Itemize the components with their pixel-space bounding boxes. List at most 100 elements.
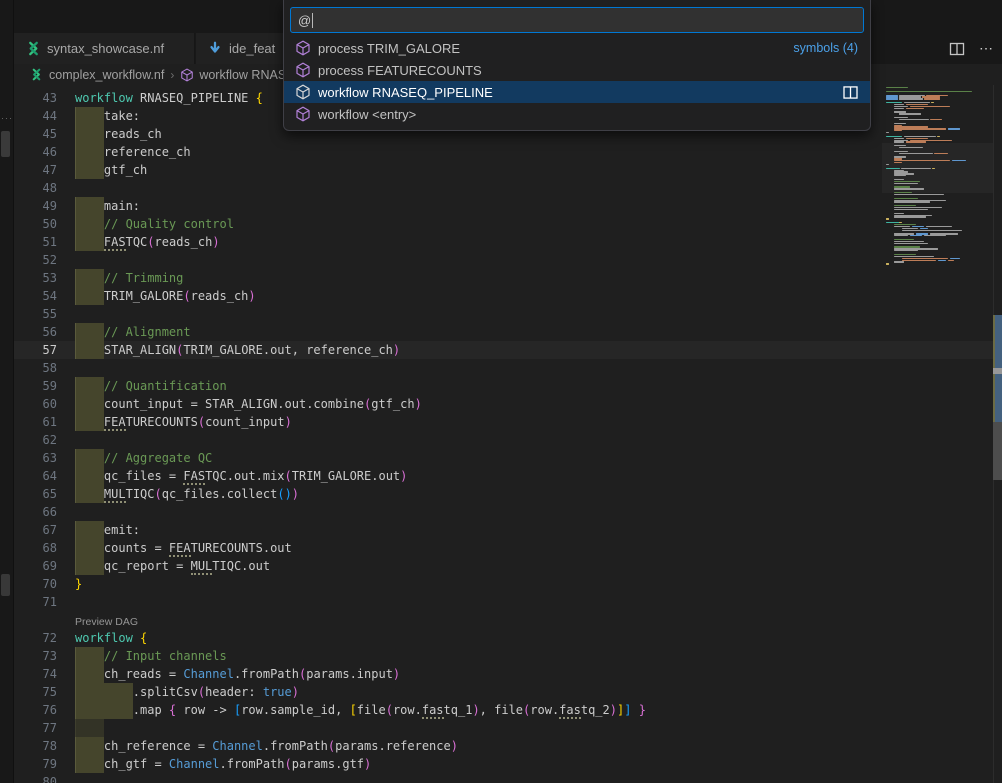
- line-number: 73: [14, 647, 57, 665]
- quick-open-item-label: workflow RNASEQ_PIPELINE: [318, 85, 493, 100]
- minimap[interactable]: [882, 87, 993, 777]
- left-scrollbar-thumb[interactable]: [1, 131, 10, 157]
- quick-open-popup: @ process TRIM_GALOREsymbols (4)process …: [283, 0, 871, 131]
- line-number: 57: [14, 341, 57, 359]
- quick-open-item[interactable]: process FEATURECOUNTS: [284, 59, 870, 81]
- chevron-right-icon: ›: [169, 68, 175, 82]
- line-number: 65: [14, 485, 57, 503]
- quick-open-item[interactable]: workflow <entry>: [284, 103, 870, 125]
- code-line[interactable]: 72workflow {: [14, 629, 993, 647]
- line-number: 49: [14, 197, 57, 215]
- quick-open-item-label: process TRIM_GALORE: [318, 41, 460, 56]
- left-scrollbar-mark: [1, 574, 10, 596]
- code-line[interactable]: 54 TRIM_GALORE(reads_ch): [14, 287, 993, 305]
- line-number: 47: [14, 161, 57, 179]
- breadcrumb-file[interactable]: complex_workflow.nf: [49, 68, 164, 82]
- code-line[interactable]: 48: [14, 179, 993, 197]
- code-line[interactable]: 80: [14, 773, 993, 783]
- code-line[interactable]: 71: [14, 593, 993, 611]
- quick-open-input[interactable]: @: [290, 7, 864, 33]
- code-line[interactable]: 51 FASTQC(reads_ch): [14, 233, 993, 251]
- quick-open-item[interactable]: process TRIM_GALORE symbols (4): [284, 37, 870, 59]
- tab-label: ide_feat: [229, 41, 275, 56]
- line-number: 46: [14, 143, 57, 161]
- line-number: 63: [14, 449, 57, 467]
- code-line[interactable]: 53 // Trimming: [14, 269, 993, 287]
- code-line[interactable]: 63 // Aggregate QC: [14, 449, 993, 467]
- line-number: 51: [14, 233, 57, 251]
- code-line[interactable]: 59 // Quantification: [14, 377, 993, 395]
- code-line[interactable]: 58: [14, 359, 993, 377]
- arrow-down-icon: [208, 41, 223, 56]
- line-number: 79: [14, 755, 57, 773]
- code-line[interactable]: 76 .map { row -> [row.sample_id, [file(r…: [14, 701, 993, 719]
- symbols-count-badge: symbols (4): [793, 41, 858, 55]
- line-number: 72: [14, 629, 57, 647]
- code-line[interactable]: 69 qc_report = MULTIQC.out: [14, 557, 993, 575]
- code-line[interactable]: 65 MULTIQC(qc_files.collect()): [14, 485, 993, 503]
- code-line[interactable]: 47 gtf_ch: [14, 161, 993, 179]
- code-line[interactable]: 50 // Quality control: [14, 215, 993, 233]
- line-number: 61: [14, 413, 57, 431]
- quick-open-item-label: workflow <entry>: [318, 107, 416, 122]
- editor-actions: ⋯: [949, 33, 994, 64]
- symbol-cube-icon: [295, 106, 311, 122]
- quick-open-item[interactable]: workflow RNASEQ_PIPELINE: [284, 81, 870, 103]
- quick-open-item-label: process FEATURECOUNTS: [318, 63, 482, 78]
- line-number: 60: [14, 395, 57, 413]
- tab-label: syntax_showcase.nf: [47, 41, 164, 56]
- code-line[interactable]: 68 counts = FEATURECOUNTS.out: [14, 539, 993, 557]
- line-number: 69: [14, 557, 57, 575]
- line-number: 76: [14, 701, 57, 719]
- editor-scrollbar[interactable]: [993, 85, 1002, 783]
- code-line[interactable]: 55: [14, 305, 993, 323]
- code-line[interactable]: 57 STAR_ALIGN(TRIM_GALORE.out, reference…: [14, 341, 993, 359]
- line-number: 74: [14, 665, 57, 683]
- code-line[interactable]: 77: [14, 719, 993, 737]
- symbol-cube-icon: [295, 62, 311, 78]
- nextflow-icon: [30, 68, 44, 82]
- code-line[interactable]: 66: [14, 503, 993, 521]
- code-line[interactable]: 64 qc_files = FASTQC.out.mix(TRIM_GALORE…: [14, 467, 993, 485]
- line-number: 67: [14, 521, 57, 539]
- open-to-side-icon[interactable]: [843, 86, 858, 99]
- code-line[interactable]: 70}: [14, 575, 993, 593]
- overview-cursor-marker: [993, 368, 1002, 374]
- line-number: 43: [14, 89, 57, 107]
- split-editor-icon[interactable]: [949, 41, 965, 57]
- codelens-preview-dag[interactable]: Preview DAG: [14, 611, 993, 629]
- line-number: 75: [14, 683, 57, 701]
- nextflow-icon: [26, 41, 41, 56]
- code-line[interactable]: 61 FEATURECOUNTS(count_input): [14, 413, 993, 431]
- quick-open-query: @: [298, 13, 311, 28]
- line-number: 52: [14, 251, 57, 269]
- line-number: 53: [14, 269, 57, 287]
- code-line[interactable]: 67 emit:: [14, 521, 993, 539]
- code-line[interactable]: 60 count_input = STAR_ALIGN.out.combine(…: [14, 395, 993, 413]
- more-actions-icon[interactable]: ⋯: [979, 40, 994, 57]
- line-number: 50: [14, 215, 57, 233]
- more-actions-icon[interactable]: ···: [1, 113, 13, 123]
- code-line[interactable]: 46 reference_ch: [14, 143, 993, 161]
- code-line[interactable]: 62: [14, 431, 993, 449]
- code-line[interactable]: 79 ch_gtf = Channel.fromPath(params.gtf): [14, 755, 993, 773]
- text-caret: [312, 13, 313, 28]
- line-number: 68: [14, 539, 57, 557]
- indent-highlight: [75, 719, 104, 737]
- code-line[interactable]: 78 ch_reference = Channel.fromPath(param…: [14, 737, 993, 755]
- code-line[interactable]: 74 ch_reads = Channel.fromPath(params.in…: [14, 665, 993, 683]
- line-number: 48: [14, 179, 57, 197]
- code-line[interactable]: 75 .splitCsv(header: true): [14, 683, 993, 701]
- code-line[interactable]: 52: [14, 251, 993, 269]
- line-number: 45: [14, 125, 57, 143]
- tab-syntax-showcase[interactable]: syntax_showcase.nf: [14, 33, 195, 64]
- line-number: 77: [14, 719, 57, 737]
- code-line[interactable]: 56 // Alignment: [14, 323, 993, 341]
- line-number: 44: [14, 107, 57, 125]
- line-number: 80: [14, 773, 57, 783]
- scrollbar-thumb[interactable]: [993, 422, 1002, 480]
- code-line[interactable]: 49 main:: [14, 197, 993, 215]
- code-editor[interactable]: 43workflow RNASEQ_PIPELINE {44 take:45 r…: [14, 85, 993, 783]
- code-line[interactable]: 73 // Input channels: [14, 647, 993, 665]
- line-number: 66: [14, 503, 57, 521]
